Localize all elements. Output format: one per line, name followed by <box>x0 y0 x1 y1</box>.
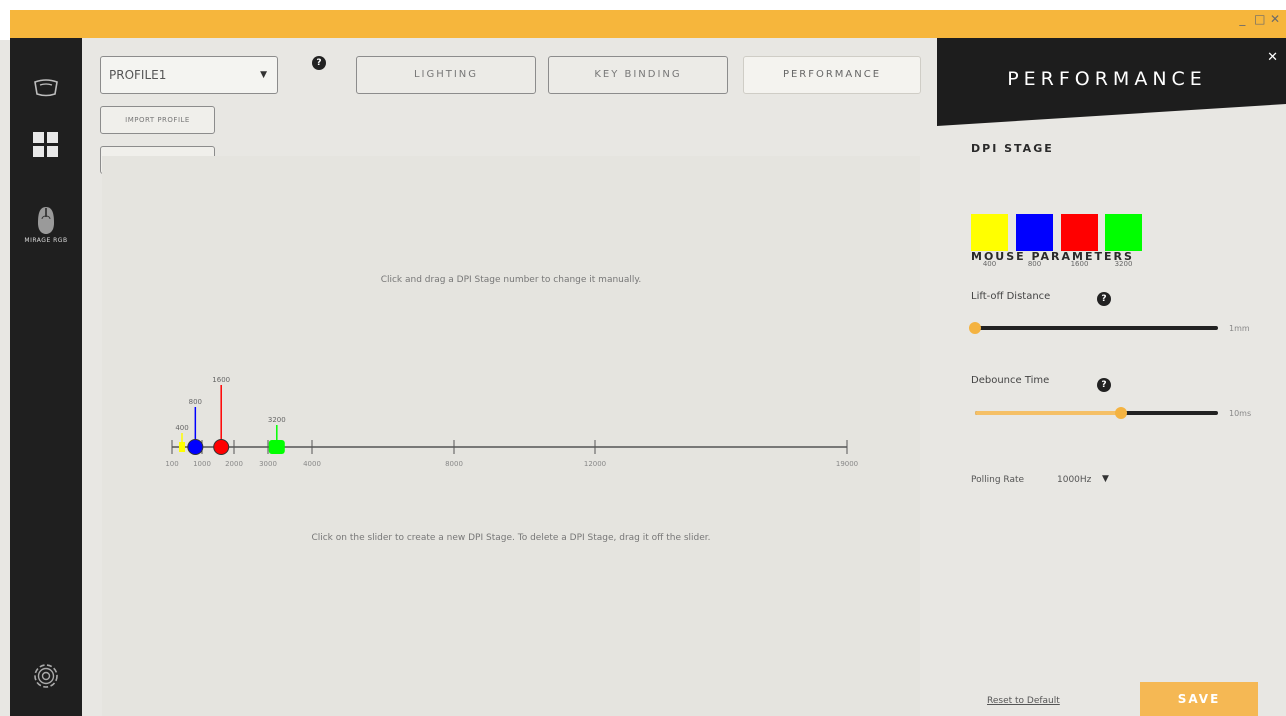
sidebar-item-mousepad[interactable] <box>10 72 82 102</box>
dpi-axis-tick-label: 1000 <box>193 460 211 468</box>
debounce-value: 10ms <box>1229 409 1252 418</box>
dpi-swatch-2[interactable] <box>1016 214 1053 251</box>
dpi-stage-label[interactable]: 400 <box>175 424 188 432</box>
profile-select[interactable]: PROFILE1 ▼ <box>100 56 278 94</box>
dpi-slider[interactable]: 100 1000 2000 3000 4000 8000 12000 19000 400 800 1… <box>102 156 920 576</box>
polling-rate-select[interactable]: 1000Hz <box>1057 475 1091 485</box>
sidebar-item-settings[interactable] <box>10 658 82 694</box>
dpi-create-hint: Click on the slider to create a new DPI … <box>311 533 711 543</box>
chevron-down-icon: ▼ <box>260 70 267 80</box>
tab-lighting[interactable]: LIGHTING <box>356 56 536 94</box>
chevron-down-icon[interactable]: ▼ <box>1102 474 1109 484</box>
dpi-axis-tick-label: 8000 <box>445 460 463 468</box>
dpi-swatch-3[interactable] <box>1061 214 1098 251</box>
settings-gear-icon <box>34 664 58 688</box>
dpi-axis-tick-label: 3000 <box>259 460 277 468</box>
mouse-parameters-title: MOUSE PARAMETERS <box>971 250 1134 263</box>
sidebar-item-dashboard[interactable] <box>10 130 82 160</box>
maximize-button[interactable]: □ <box>1254 12 1265 26</box>
debounce-help-icon[interactable]: ? <box>1097 378 1111 392</box>
main-area: PROFILE1 ▼ ? LIGHTING KEY BINDING PERFOR… <box>82 38 937 716</box>
dpi-stage-label[interactable]: 3200 <box>268 416 286 424</box>
panel-title: PERFORMANCE <box>1007 68 1207 90</box>
dpi-stage-title: DPI STAGE <box>971 142 1054 155</box>
sidebar-item-mouse[interactable]: MIRAGE RGB <box>10 196 82 252</box>
dpi-axis-tick-label: 12000 <box>584 460 606 468</box>
polling-rate-label: Polling Rate <box>971 475 1025 485</box>
dpi-panel: Click and drag a DPI Stage number to cha… <box>102 156 920 716</box>
reset-to-default-link[interactable]: Reset to Default <box>987 696 1060 706</box>
mouse-pad-icon <box>34 79 58 97</box>
dpi-swatch-4[interactable] <box>1105 214 1142 251</box>
dpi-stage-label[interactable]: 1600 <box>212 376 230 384</box>
dpi-axis-tick-label: 4000 <box>303 460 321 468</box>
dpi-axis-tick-label: 2000 <box>225 460 243 468</box>
title-bar <box>10 10 1286 38</box>
dpi-stage-label[interactable]: 800 <box>189 398 202 406</box>
minimize-button[interactable]: _ <box>1238 12 1248 26</box>
lift-off-slider[interactable] <box>975 326 1218 330</box>
help-icon[interactable]: ? <box>312 56 326 70</box>
dpi-stage-handle <box>268 440 285 454</box>
dpi-swatch-1[interactable] <box>971 214 1008 251</box>
profile-select-value: PROFILE1 <box>109 68 167 82</box>
dpi-axis-tick-label: 100 <box>165 460 178 468</box>
dpi-axis-tick-label: 19000 <box>836 460 858 468</box>
device-label: MIRAGE RGB <box>24 236 68 244</box>
debounce-slider-thumb[interactable] <box>1114 407 1127 419</box>
tab-key-binding[interactable]: KEY BINDING <box>548 56 728 94</box>
grid-icon <box>33 132 58 157</box>
dpi-stage-handle <box>179 442 185 452</box>
debounce-slider-fill <box>975 411 1121 415</box>
save-button[interactable]: SAVE <box>1140 682 1258 716</box>
lift-off-label: Lift-off Distance <box>971 291 1051 302</box>
debounce-label: Debounce Time <box>971 375 1050 386</box>
lift-off-value: 1mm <box>1229 324 1250 333</box>
lift-off-help-icon[interactable]: ? <box>1097 292 1111 306</box>
close-button[interactable]: ✕ <box>1270 12 1280 26</box>
tab-performance[interactable]: PERFORMANCE <box>743 56 921 94</box>
import-profile-button[interactable]: IMPORT PROFILE <box>100 106 215 134</box>
performance-panel: ✕ PERFORMANCE DPI STAGE 400 800 1600 320… <box>937 38 1286 716</box>
dpi-stage-handle <box>213 439 230 455</box>
mouse-icon <box>38 206 54 234</box>
dpi-stage-handle <box>187 439 204 455</box>
sidebar: MIRAGE RGB <box>10 38 82 716</box>
lift-off-slider-thumb[interactable] <box>969 322 981 334</box>
panel-close-icon[interactable]: ✕ <box>1267 50 1278 65</box>
window-controls: _ □ ✕ <box>1238 12 1280 26</box>
